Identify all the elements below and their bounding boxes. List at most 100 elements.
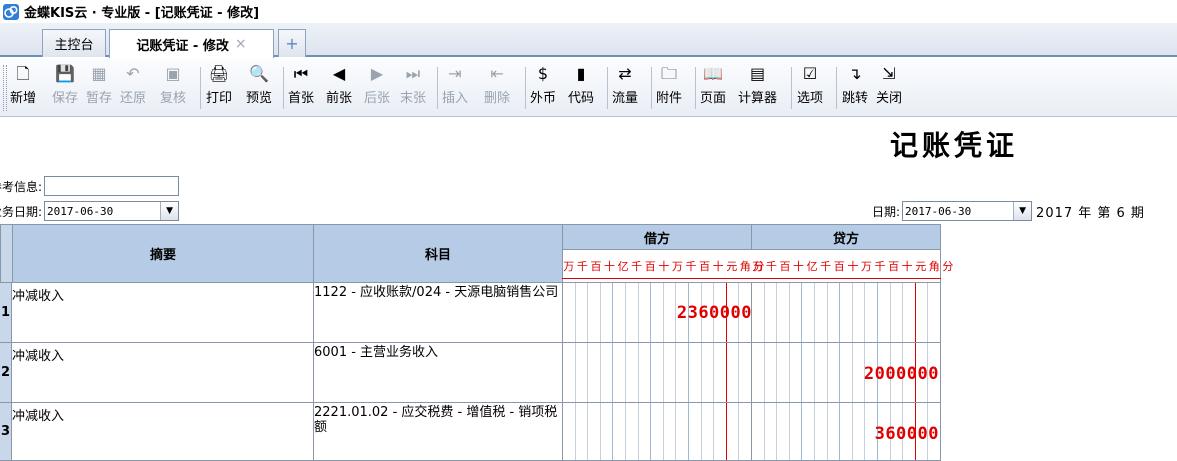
- digit-gridline: [662, 283, 664, 342]
- credit-column-header[interactable]: 贷方: [751, 224, 941, 250]
- digit-gridline: [738, 343, 740, 402]
- prev-button[interactable]: ◀ 前张: [326, 63, 352, 113]
- chevron-down-icon[interactable]: ▼: [160, 202, 179, 220]
- tab-voucher-edit[interactable]: 记账凭证 - 修改 ×: [109, 29, 274, 58]
- save-button[interactable]: 💾 保存: [52, 63, 78, 113]
- restore-button[interactable]: ↶ 还原: [120, 63, 146, 113]
- next-icon: ▶: [370, 64, 384, 83]
- page-button[interactable]: 📖 页面: [700, 63, 726, 113]
- column-divider: [562, 283, 563, 342]
- toolbar-grip[interactable]: [3, 65, 7, 111]
- currency-icon: $: [537, 64, 549, 83]
- digit-unit-label: 万: [563, 260, 575, 273]
- exit-button[interactable]: ⇲ 关闭: [876, 63, 902, 113]
- first-button[interactable]: ⏮ 首张: [288, 63, 314, 113]
- toolbar-separator: [200, 67, 201, 109]
- ref-info-input[interactable]: [44, 176, 180, 196]
- digit-unit-label: 十: [901, 260, 913, 273]
- biz-date-label: 业务日期:: [0, 204, 43, 219]
- account-cell[interactable]: 6001 - 主营业务收入: [314, 345, 562, 360]
- digit-gridline: [839, 343, 841, 402]
- add-tab-button[interactable]: +: [278, 29, 306, 57]
- digit-gridline: [574, 343, 576, 402]
- digit-gridline: [826, 283, 828, 342]
- summary-column-header[interactable]: 摘要: [12, 224, 314, 283]
- cashflow-button[interactable]: ⇄ 流量: [612, 63, 638, 113]
- stash-button[interactable]: ▦ 暂存: [86, 63, 112, 113]
- attachment-icon: 🗀: [661, 64, 678, 83]
- digit-unit-label: 百: [833, 260, 845, 273]
- account-cell[interactable]: 2221.01.02 - 应交税费 - 增值税 - 销项税额: [314, 405, 562, 435]
- digit-gridline: [662, 403, 664, 460]
- digit-gridline: [763, 283, 765, 342]
- credit-header-label: 贷方: [832, 231, 859, 247]
- row-number-header: [0, 224, 13, 283]
- digit-unit-label: 百: [699, 260, 711, 273]
- delete-row-button[interactable]: ⇤ 删除: [484, 63, 510, 113]
- account-cell[interactable]: 1122 - 应收账款/024 - 天源电脑销售公司: [314, 285, 562, 300]
- close-icon[interactable]: ×: [235, 36, 247, 52]
- column-divider: [940, 283, 941, 342]
- table-row[interactable]: 2 冲减收入 6001 - 主营业务收入 2000000: [0, 343, 941, 403]
- preview-button[interactable]: 🔍 预览: [246, 63, 272, 113]
- code-button[interactable]: ▮ 代码: [568, 63, 594, 113]
- tab-main-console[interactable]: 主控台: [42, 29, 106, 57]
- debit-amount[interactable]: 2360000: [677, 303, 752, 323]
- digit-gridline: [889, 283, 891, 342]
- new-doc-button[interactable]: 🗋 新增: [10, 63, 36, 113]
- debit-header-label: 借方: [643, 231, 670, 247]
- ref-info-row: 参考信息:: [0, 175, 180, 197]
- digit-gridline: [763, 343, 765, 402]
- currency-button[interactable]: $ 外币: [530, 63, 556, 113]
- review-button[interactable]: ▣ 复核: [160, 63, 186, 113]
- biz-date-picker[interactable]: 2017-06-30 ▼: [44, 201, 180, 221]
- biz-date-value: 2017-06-30: [47, 204, 114, 218]
- digit-gridline: [675, 343, 677, 402]
- account-header-label: 科目: [424, 248, 451, 263]
- digit-gridline: [688, 403, 689, 460]
- attachment-button[interactable]: 🗀 附件: [656, 63, 682, 113]
- digit-gridline: [864, 283, 866, 342]
- last-button[interactable]: ⏭ 末张: [400, 63, 426, 113]
- credit-amount[interactable]: 360000: [875, 424, 939, 444]
- options-button[interactable]: ☑ 选项: [797, 63, 823, 113]
- calculator-button[interactable]: ▤ 计算器: [738, 63, 777, 113]
- column-divider: [562, 403, 563, 460]
- digit-gridline: [637, 283, 639, 342]
- last-icon: ⏭: [405, 64, 421, 83]
- summary-cell[interactable]: 冲减收入: [12, 405, 64, 424]
- stash-icon: ▦: [91, 64, 107, 83]
- summary-header-label: 摘要: [149, 248, 176, 263]
- digit-unit-label: 百: [590, 260, 602, 273]
- period-text: 2017 年 第 6 期: [1036, 205, 1145, 221]
- credit-amount[interactable]: 2000000: [864, 364, 939, 384]
- digit-unit-label: 千: [631, 260, 643, 273]
- insert-row-button[interactable]: ⇥ 插入: [442, 63, 468, 113]
- voucher-date-picker[interactable]: 2017-06-30 ▼: [902, 201, 1033, 221]
- table-row[interactable]: 3 冲减收入 2221.01.02 - 应交税费 - 增值税 - 销项税额 36000…: [0, 403, 941, 461]
- digit-unit-label: 十: [847, 260, 859, 273]
- tab-strip: 主控台 记账凭证 - 修改 × +: [0, 23, 1177, 58]
- summary-cell[interactable]: 冲减收入: [12, 345, 64, 364]
- digit-gridline: [700, 403, 702, 460]
- toolbar-button-label: 关闭: [876, 91, 903, 106]
- digit-gridline: [877, 283, 878, 342]
- debit-column-header[interactable]: 借方: [562, 224, 752, 250]
- jump-button[interactable]: ↴ 跳转: [842, 63, 868, 113]
- account-column-header[interactable]: 科目: [313, 224, 563, 283]
- insert-row-icon: ⇥: [448, 64, 462, 83]
- digit-unit-label: 角: [928, 260, 940, 273]
- summary-cell[interactable]: 冲减收入: [12, 285, 64, 304]
- digit-gridline: [776, 343, 778, 402]
- print-button[interactable]: 🖨 打印: [206, 63, 232, 113]
- toolbar-button-label: 外币: [530, 91, 557, 106]
- chevron-down-icon[interactable]: ▼: [1013, 202, 1032, 220]
- page-icon: 📖: [703, 64, 723, 83]
- digit-unit-label: 百: [888, 260, 900, 273]
- first-icon: ⏮: [293, 64, 309, 83]
- digit-unit-label: 千: [874, 260, 886, 273]
- kingdee-logo-icon: [3, 3, 19, 20]
- table-row[interactable]: 1 冲减收入 1122 - 应收账款/024 - 天源电脑销售公司 2360000: [0, 283, 941, 343]
- next-button[interactable]: ▶ 后张: [364, 63, 390, 113]
- cashflow-icon: ⇄: [618, 64, 632, 83]
